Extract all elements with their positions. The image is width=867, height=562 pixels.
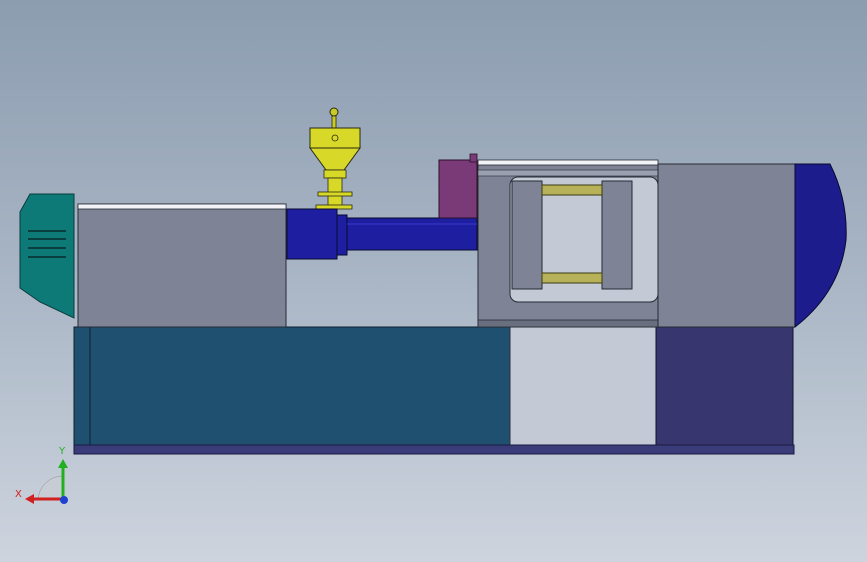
y-axis-label: Y: [58, 446, 66, 457]
model-canvas[interactable]: Y X: [0, 0, 867, 562]
tie-bar-top[interactable]: [541, 184, 603, 196]
base-left-section[interactable]: [73, 326, 511, 446]
y-axis-arrow: [58, 459, 68, 468]
hopper-knob[interactable]: [329, 107, 339, 117]
x-axis-arrow: [25, 494, 34, 504]
nozzle-block[interactable]: [438, 159, 478, 219]
coordinate-triad: Y X: [15, 446, 68, 504]
barrel-front-block[interactable]: [286, 208, 338, 260]
moving-platen-frame[interactable]: [657, 163, 796, 328]
machine-base[interactable]: [73, 326, 795, 455]
injection-unit-housing[interactable]: [77, 203, 287, 328]
base-right-section[interactable]: [655, 326, 794, 446]
z-axis-dot: [60, 496, 68, 504]
tie-bar-bottom[interactable]: [541, 272, 603, 284]
x-axis-label: X: [15, 489, 22, 500]
base-foot[interactable]: [73, 444, 795, 455]
3d-viewport[interactable]: Y X: [0, 0, 867, 562]
base-middle-section[interactable]: [509, 326, 657, 446]
hopper[interactable]: [309, 107, 361, 210]
clamp-cylinder-cap[interactable]: [794, 163, 847, 329]
motor-cover[interactable]: [19, 193, 75, 319]
